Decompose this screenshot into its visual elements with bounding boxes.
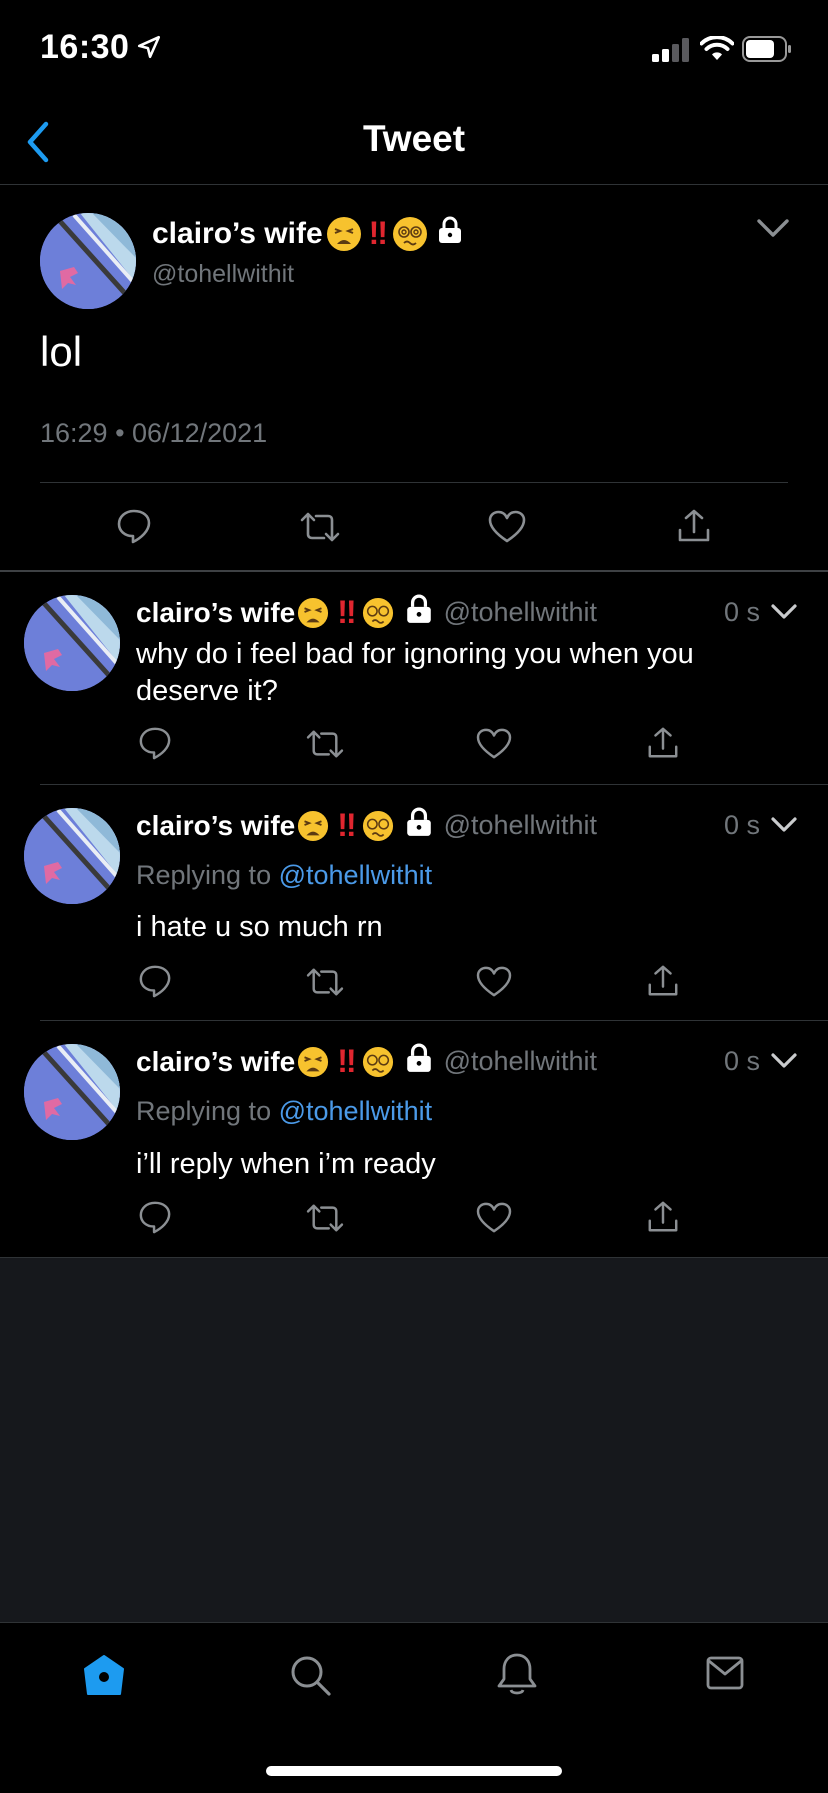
tired-face-emoji-icon	[326, 216, 361, 251]
reply-text-line: why do i feel bad for ignoring you when …	[136, 638, 694, 670]
chevron-down-icon[interactable]	[770, 1051, 798, 1071]
double-exclamation-emoji-icon: ‼	[337, 1043, 356, 1079]
search-icon[interactable]	[288, 1653, 332, 1697]
reply-icon[interactable]	[138, 726, 172, 760]
display-name-text: clairo’s wife	[152, 216, 323, 250]
display-name-text: clairo’s wife	[136, 809, 296, 841]
reply-divider	[40, 784, 828, 785]
chevron-down-icon[interactable]	[770, 815, 798, 835]
tweet-timestamp: 16:29 • 06/12/2021	[40, 418, 268, 448]
home-indicator[interactable]	[266, 1766, 562, 1776]
reply-author-line[interactable]: clairo’s wife ‼ @tohellwithit	[136, 594, 597, 631]
avatar[interactable]	[24, 595, 120, 691]
dizzy-face-emoji-icon	[392, 216, 427, 251]
empty-timeline-area	[0, 1258, 828, 1622]
dizzy-face-emoji-icon	[362, 1046, 394, 1078]
section-divider	[0, 570, 828, 572]
lock-icon	[404, 807, 434, 844]
cellular-signal-icon	[652, 38, 689, 62]
messages-icon[interactable]	[706, 1655, 744, 1691]
author-display-name[interactable]: clairo’s wife ‼	[152, 215, 463, 252]
reply-author-line[interactable]: clairo’s wife ‼ @tohellwithit	[136, 1043, 597, 1080]
notifications-icon[interactable]	[496, 1651, 538, 1697]
tired-face-emoji-icon	[297, 810, 329, 842]
chevron-down-icon[interactable]	[770, 602, 798, 622]
double-exclamation-emoji-icon: ‼	[337, 807, 356, 843]
retweet-icon[interactable]	[306, 1202, 344, 1234]
reply-text-line: i’ll reply when i’m ready	[136, 1148, 436, 1180]
header-divider	[0, 184, 828, 185]
replying-to-label: Replying to	[136, 860, 272, 890]
like-heart-icon[interactable]	[488, 510, 526, 544]
reply-time: 0 s	[724, 810, 761, 840]
reply-icon[interactable]	[138, 964, 172, 998]
reply-text-line: i hate u so much rn	[136, 911, 383, 943]
replying-to-line: Replying to @tohellwithit	[136, 860, 432, 891]
author-handle[interactable]: @tohellwithit	[152, 260, 294, 289]
tweet-text: lol	[40, 328, 83, 375]
battery-icon	[742, 36, 791, 62]
retweet-icon[interactable]	[300, 510, 340, 544]
lock-icon	[404, 594, 434, 631]
replying-to-line: Replying to @tohellwithit	[136, 1096, 432, 1127]
location-arrow-icon	[137, 35, 161, 59]
reply-icon[interactable]	[116, 508, 152, 544]
reply-handle[interactable]: @tohellwithit	[444, 597, 597, 628]
lock-icon	[437, 216, 463, 252]
reply-time: 0 s	[724, 597, 761, 627]
reply-handle[interactable]: @tohellwithit	[444, 1046, 597, 1077]
status-time: 16:30	[40, 28, 130, 66]
replying-to-label: Replying to	[136, 1096, 272, 1126]
tired-face-emoji-icon	[297, 1046, 329, 1078]
reply-divider	[40, 1020, 828, 1021]
replying-to-mention-link[interactable]: @tohellwithit	[279, 1096, 432, 1126]
home-icon[interactable]	[82, 1653, 126, 1697]
lock-icon	[404, 1043, 434, 1080]
reply-handle[interactable]: @tohellwithit	[444, 810, 597, 841]
share-icon[interactable]	[646, 1200, 680, 1234]
double-exclamation-emoji-icon: ‼	[368, 215, 388, 251]
wifi-icon	[700, 36, 734, 60]
reply-icon[interactable]	[138, 1200, 172, 1234]
display-name-text: clairo’s wife	[136, 1045, 296, 1077]
dizzy-face-emoji-icon	[362, 597, 394, 629]
replying-to-mention-link[interactable]: @tohellwithit	[279, 860, 432, 890]
retweet-icon[interactable]	[306, 966, 344, 998]
tweet-divider	[40, 482, 788, 483]
like-heart-icon[interactable]	[476, 966, 512, 998]
dizzy-face-emoji-icon	[362, 810, 394, 842]
share-icon[interactable]	[646, 964, 680, 998]
like-heart-icon[interactable]	[476, 728, 512, 760]
like-heart-icon[interactable]	[476, 1202, 512, 1234]
display-name-text: clairo’s wife	[136, 596, 296, 628]
reply-text-line: deserve it?	[136, 675, 278, 707]
double-exclamation-emoji-icon: ‼	[337, 594, 356, 630]
reply-time: 0 s	[724, 1046, 761, 1076]
avatar[interactable]	[24, 808, 120, 904]
reply-author-line[interactable]: clairo’s wife ‼ @tohellwithit	[136, 807, 597, 844]
page-title: Tweet	[362, 118, 466, 159]
avatar[interactable]	[40, 213, 136, 309]
retweet-icon[interactable]	[306, 728, 344, 760]
share-icon[interactable]	[646, 726, 680, 760]
avatar[interactable]	[24, 1044, 120, 1140]
chevron-down-icon[interactable]	[756, 216, 790, 240]
tired-face-emoji-icon	[297, 597, 329, 629]
share-icon[interactable]	[676, 508, 712, 544]
